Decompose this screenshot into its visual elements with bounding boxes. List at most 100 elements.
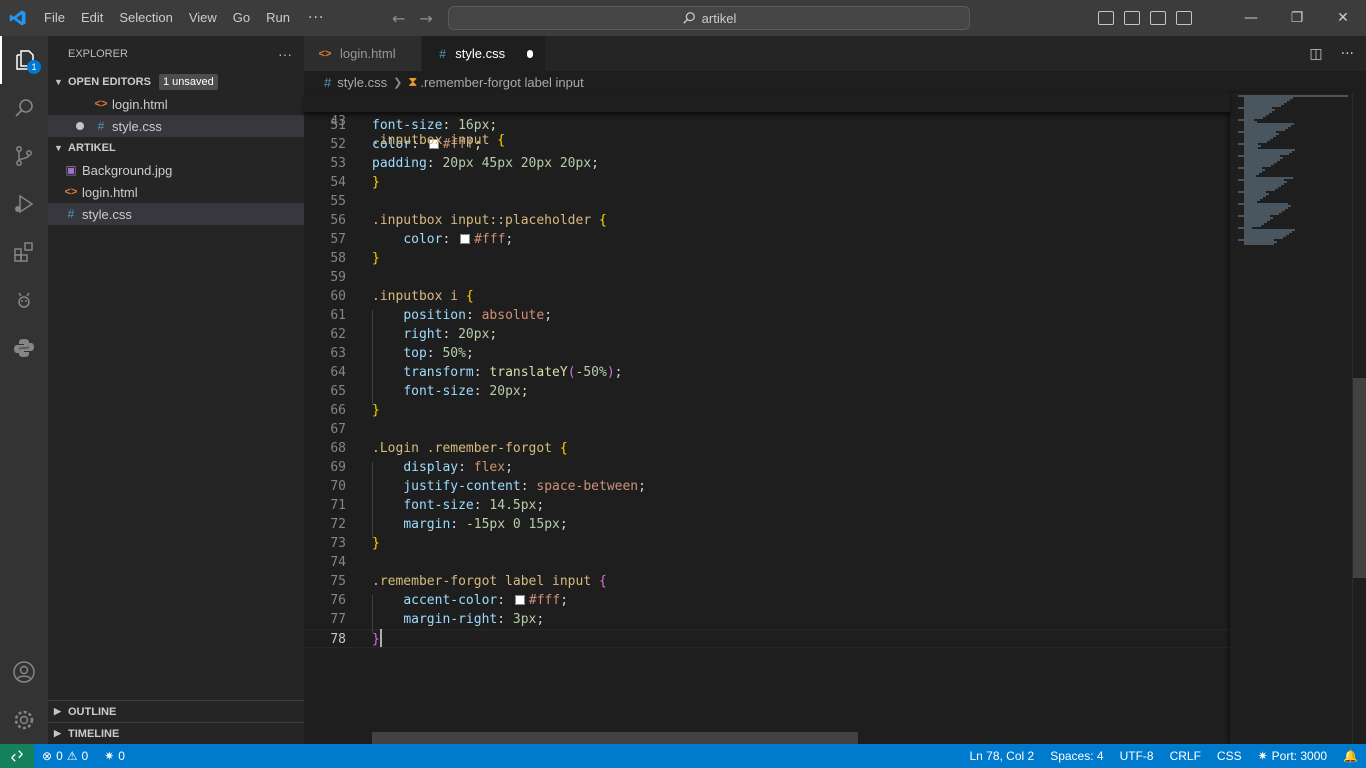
- toggle-primary-sidebar-icon[interactable]: [1098, 11, 1114, 25]
- unsaved-dot-icon[interactable]: [76, 122, 84, 130]
- code-line[interactable]: 55: [304, 192, 1230, 211]
- indentation[interactable]: Spaces: 4: [1042, 744, 1111, 768]
- code-line[interactable]: 67: [304, 420, 1230, 439]
- menu-selection[interactable]: Selection: [111, 0, 180, 36]
- code-editor[interactable]: 43 .inputbox input { 51 font-size: 16px; 5…: [304, 93, 1230, 744]
- menu-run[interactable]: Run: [258, 0, 298, 36]
- problems-indicator[interactable]: ⊗ 0 ⚠ 0: [34, 744, 96, 768]
- split-editor-icon[interactable]: ◫: [1309, 46, 1322, 62]
- menu-go[interactable]: Go: [225, 0, 258, 36]
- open-editor-login-html[interactable]: <> login.html: [48, 93, 304, 115]
- chevron-right-icon: ▶: [54, 728, 61, 738]
- minimap[interactable]: [1230, 93, 1352, 744]
- css-value: 20px: [489, 384, 521, 399]
- source-control-icon[interactable]: [0, 132, 48, 180]
- code-line[interactable]: 60 .inputbox i {: [304, 287, 1230, 306]
- outline-section[interactable]: ▶ OUTLINE: [48, 700, 304, 722]
- code-line[interactable]: 78}: [304, 629, 1230, 648]
- sticky-scroll-line[interactable]: 43 .inputbox input {: [304, 93, 1230, 148]
- close-button[interactable]: ✕: [1320, 0, 1366, 36]
- open-editor-style-css[interactable]: # style.css: [48, 115, 304, 137]
- notifications-bell-icon[interactable]: 🔔: [1335, 744, 1366, 768]
- color-swatch-icon[interactable]: [460, 234, 471, 244]
- vertical-scrollbar[interactable]: [1352, 93, 1366, 744]
- python-icon[interactable]: [0, 324, 48, 372]
- code-line[interactable]: 65 font-size: 20px;: [304, 382, 1230, 401]
- code-line[interactable]: 72 margin: -15px 0 15px;: [304, 515, 1230, 534]
- manage-gear-icon[interactable]: [0, 696, 48, 744]
- remote-indicator[interactable]: [0, 744, 34, 768]
- code-line[interactable]: 58}: [304, 249, 1230, 268]
- code-line[interactable]: 68 .Login .remember-forgot {: [304, 439, 1230, 458]
- timeline-section[interactable]: ▶ TIMELINE: [48, 722, 304, 744]
- accounts-icon[interactable]: [0, 648, 48, 696]
- code-line[interactable]: 64 transform: translateY(-50%);: [304, 363, 1230, 382]
- open-editors-section[interactable]: ▼ OPEN EDITORS 1 unsaved: [48, 71, 304, 93]
- toggle-panel-icon[interactable]: [1124, 11, 1140, 25]
- color-swatch-icon[interactable]: [514, 595, 525, 605]
- live-server-port[interactable]: ✷ Port: 3000: [1250, 744, 1335, 768]
- code-line[interactable]: 76 accent-color: #fff;: [304, 591, 1230, 610]
- project-folder-section[interactable]: ▼ ARTIKEL: [48, 137, 304, 159]
- breadcrumb-symbol[interactable]: .remember-forgot label input: [420, 75, 583, 90]
- code-line[interactable]: 71 font-size: 14.5px;: [304, 496, 1230, 515]
- code-line[interactable]: 59: [304, 268, 1230, 287]
- code-line[interactable]: 61 position: absolute;: [304, 306, 1230, 325]
- code-line[interactable]: 66}: [304, 401, 1230, 420]
- code-line[interactable]: 57 color: #fff;: [304, 230, 1230, 249]
- customize-layout-icon[interactable]: [1176, 11, 1192, 25]
- code-line[interactable]: 62 right: 20px;: [304, 325, 1230, 344]
- scrollbar-thumb[interactable]: [1353, 378, 1366, 578]
- ports-indicator[interactable]: ✷ 0: [96, 744, 133, 768]
- code-text: .Login .remember-forgot {: [372, 439, 568, 458]
- extensions-icon[interactable]: [0, 228, 48, 276]
- code-line[interactable]: 74: [304, 553, 1230, 572]
- forward-arrow-icon[interactable]: →: [419, 9, 432, 28]
- tab-style-css[interactable]: # style.css: [422, 36, 546, 71]
- cursor-position[interactable]: Ln 78, Col 2: [961, 744, 1042, 768]
- code-line[interactable]: 69 display: flex;: [304, 458, 1230, 477]
- code-line[interactable]: 75 .remember-forgot label input {: [304, 572, 1230, 591]
- end-of-line[interactable]: CRLF: [1162, 744, 1209, 768]
- explorer-more-button[interactable]: ···: [278, 46, 292, 62]
- code-line[interactable]: 53 padding: 20px 45px 20px 20px;: [304, 154, 1230, 173]
- file-background-jpg[interactable]: ▣ Background.jpg: [48, 159, 304, 181]
- minimize-button[interactable]: —: [1228, 0, 1274, 36]
- search-view-icon[interactable]: [0, 84, 48, 132]
- file-login-html[interactable]: <> login.html: [48, 181, 304, 203]
- chevron-right-icon: ▶: [54, 706, 61, 716]
- encoding[interactable]: UTF-8: [1112, 744, 1162, 768]
- run-debug-icon[interactable]: [0, 180, 48, 228]
- code-line[interactable]: 63 top: 50%;: [304, 344, 1230, 363]
- code-text: }: [372, 630, 380, 649]
- menu-edit[interactable]: Edit: [73, 0, 111, 36]
- code-line[interactable]: 54}: [304, 173, 1230, 192]
- toggle-secondary-sidebar-icon[interactable]: [1150, 11, 1166, 25]
- code-line[interactable]: 77 margin-right: 3px;: [304, 610, 1230, 629]
- command-center-search[interactable]: artikel: [448, 6, 970, 30]
- back-arrow-icon[interactable]: ←: [392, 9, 405, 28]
- code-line[interactable]: 56 .inputbox input::placeholder {: [304, 211, 1230, 230]
- language-mode[interactable]: CSS: [1209, 744, 1250, 768]
- breadcrumb-file[interactable]: style.css: [337, 75, 387, 90]
- code-line[interactable]: 70 justify-content: space-between;: [304, 477, 1230, 496]
- tab-login-html[interactable]: <> login.html: [304, 36, 422, 71]
- brace: {: [497, 133, 506, 148]
- menu-more-button[interactable]: ···: [298, 10, 334, 26]
- horizontal-scrollbar[interactable]: [372, 732, 858, 744]
- code-text: margin-right: 3px;: [403, 612, 545, 627]
- code-line[interactable]: 73}: [304, 534, 1230, 553]
- restore-button[interactable]: ❐: [1274, 0, 1320, 36]
- explorer-icon[interactable]: 1: [0, 36, 48, 84]
- more-actions-icon[interactable]: ···: [1341, 46, 1354, 62]
- activity-bar-bottom: [0, 648, 48, 744]
- explorer-sidebar: EXPLORER ··· ▼ OPEN EDITORS 1 unsaved <>…: [48, 36, 304, 744]
- chevron-down-icon: ▼: [54, 77, 63, 87]
- unsaved-dot-icon[interactable]: [527, 49, 533, 58]
- css-value: #fff: [528, 593, 561, 608]
- file-style-css[interactable]: # style.css: [48, 203, 304, 225]
- menu-view[interactable]: View: [181, 0, 225, 36]
- remote-explorer-icon[interactable]: [0, 276, 48, 324]
- menu-file[interactable]: File: [36, 0, 73, 36]
- code-token: }: [372, 536, 380, 551]
